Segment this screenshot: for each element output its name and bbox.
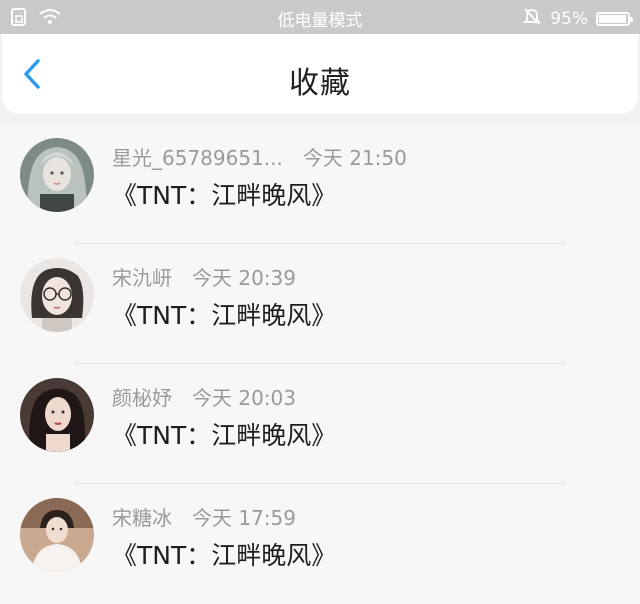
favorite-title: 《TNT：江畔晚风》 xyxy=(112,181,337,210)
list-item[interactable]: 颜柲妤 今天 20:03 《TNT：江畔晚风》 xyxy=(0,364,640,484)
avatar[interactable] xyxy=(20,498,94,572)
favorites-list: 星光_65789651... 今天 21:50 《TNT：江畔晚风》 宋氿岍 今… xyxy=(0,124,640,604)
user-name[interactable]: 颜柲妤 xyxy=(112,382,172,411)
page-title: 收藏 xyxy=(289,66,351,101)
user-name[interactable]: 宋糖冰 xyxy=(112,502,172,531)
item-meta: 宋糖冰 今天 17:59 xyxy=(112,502,296,531)
user-name[interactable]: 星光_65789651... xyxy=(112,142,283,171)
favorite-title: 《TNT：江畔晚风》 xyxy=(112,541,337,570)
timestamp: 今天 21:50 xyxy=(302,146,407,170)
timestamp: 今天 17:59 xyxy=(192,506,296,530)
battery-level xyxy=(599,14,626,23)
list-item[interactable]: 星光_65789651... 今天 21:50 《TNT：江畔晚风》 xyxy=(0,124,640,244)
user-name[interactable]: 宋氿岍 xyxy=(112,262,172,291)
item-meta: 颜柲妤 今天 20:03 xyxy=(112,382,296,411)
status-bar: 低电量模式 95% xyxy=(0,0,640,34)
bell-muted-icon xyxy=(522,6,542,31)
avatar[interactable] xyxy=(20,258,94,332)
list-item[interactable]: 宋糖冰 今天 17:59 《TNT：江畔晚风》 xyxy=(0,484,640,604)
timestamp: 今天 20:03 xyxy=(192,386,296,410)
battery-icon xyxy=(596,11,633,26)
avatar[interactable] xyxy=(20,138,94,212)
status-bar-right: 95% xyxy=(522,6,633,31)
item-meta: 星光_65789651... 今天 21:50 xyxy=(112,142,407,171)
timestamp: 今天 20:39 xyxy=(192,266,296,290)
avatar[interactable] xyxy=(20,378,94,452)
favorite-title: 《TNT：江畔晚风》 xyxy=(112,301,337,330)
nav-header: 收藏 xyxy=(2,34,638,114)
battery-percent: 95% xyxy=(550,8,588,29)
item-meta: 宋氿岍 今天 20:39 xyxy=(112,262,296,291)
favorite-title: 《TNT：江畔晚风》 xyxy=(112,421,337,450)
list-item[interactable]: 宋氿岍 今天 20:39 《TNT：江畔晚风》 xyxy=(0,244,640,364)
